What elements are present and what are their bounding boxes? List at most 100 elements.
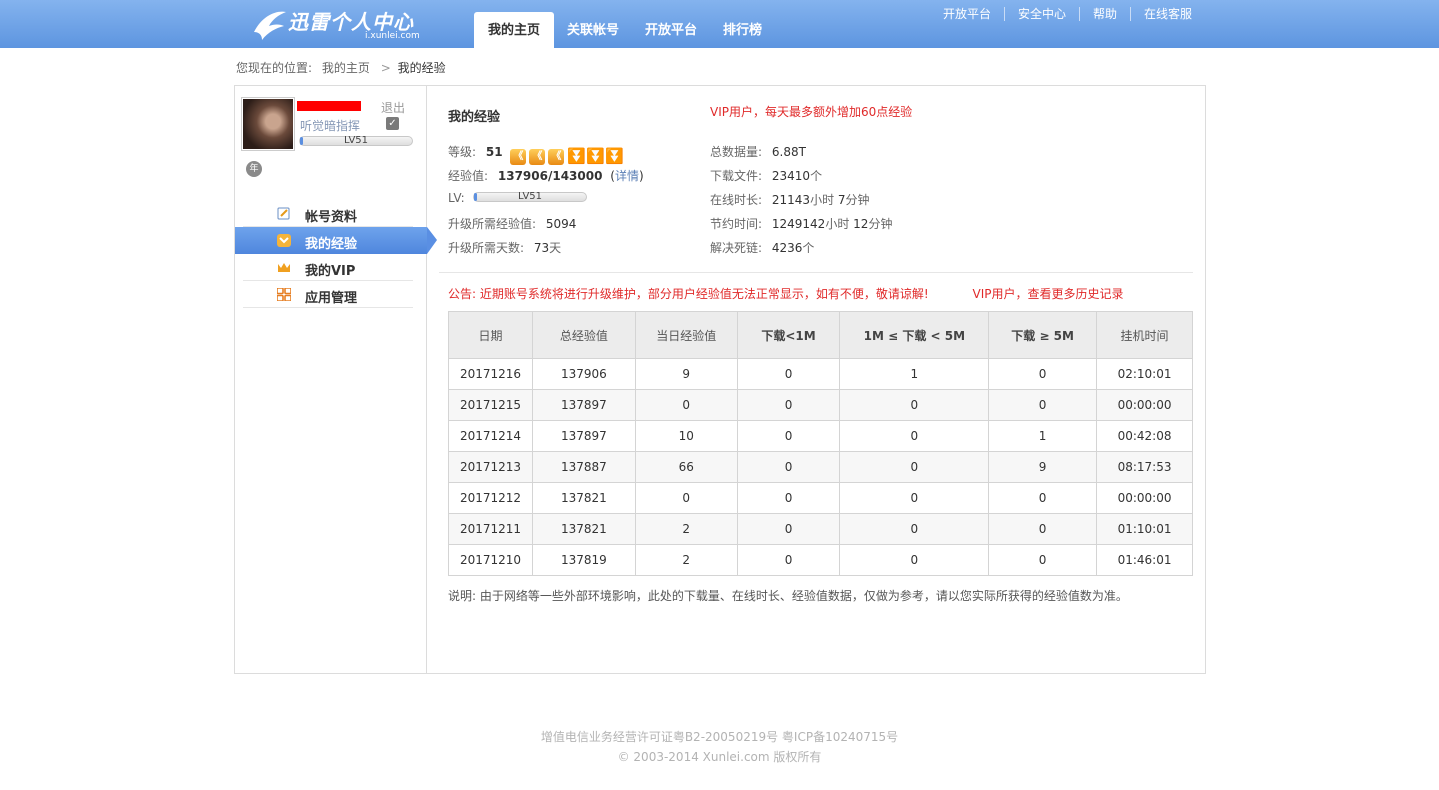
online-time-label: 在线时长: bbox=[710, 193, 763, 207]
sidebar-item-account-profile[interactable]: 帐号资料 bbox=[243, 200, 413, 227]
level-badges: 《 《 《 ⏬ ⏬ ⏬ bbox=[510, 147, 625, 165]
column-header-daily-exp: 当日经验值 bbox=[634, 311, 738, 359]
upgrade-days-row: 升级所需天数: 73天 bbox=[448, 239, 561, 256]
bird-logo-icon bbox=[254, 11, 286, 40]
top-link-online-service[interactable]: 在线客服 bbox=[1129, 7, 1205, 21]
table-cell: 0 bbox=[736, 358, 841, 390]
tab-ranking[interactable]: 排行榜 bbox=[710, 12, 775, 48]
level-progress-label: LV51 bbox=[343, 135, 369, 146]
table-cell: 0 bbox=[839, 389, 990, 421]
table-cell: 0 bbox=[839, 544, 990, 576]
table-cell: 9 bbox=[988, 451, 1098, 483]
table-body: 20171216 137906 9 0 1 0 02:10:01 20171215 137897… bbox=[448, 358, 1193, 576]
table-cell: 1 bbox=[988, 420, 1098, 452]
table-cell: 0 bbox=[634, 389, 738, 421]
sidebar-item-app-management[interactable]: 应用管理 bbox=[243, 281, 413, 308]
download-files-value: 23410 bbox=[771, 169, 811, 183]
saved-time-label: 节约时间: bbox=[710, 217, 763, 231]
breadcrumb-prefix: 您现在的位置: bbox=[236, 61, 313, 75]
table-cell: 20171211 bbox=[448, 513, 533, 545]
table-cell: 0 bbox=[839, 482, 990, 514]
chevron-badge-icon: ⏬ bbox=[605, 147, 625, 165]
chevron-badge-icon: ⏬ bbox=[567, 147, 587, 165]
table-cell: 20171213 bbox=[448, 451, 533, 483]
table-row: 20171214 137897 10 0 0 1 00:42:08 bbox=[448, 420, 1193, 452]
nickname: 听觉暗指挥 bbox=[300, 119, 361, 133]
footer-license: 增值电信业务经营许可证粤B2-20050219号 粤ICP备10240715号 bbox=[540, 730, 899, 744]
table-cell: 9 bbox=[634, 358, 738, 390]
breadcrumb-home-link[interactable]: 我的主页 bbox=[322, 61, 370, 75]
tab-open-platform[interactable]: 开放平台 bbox=[632, 12, 710, 48]
table-row: 20171216 137906 9 0 1 0 02:10:01 bbox=[448, 358, 1193, 390]
table-cell: 20171212 bbox=[448, 482, 533, 514]
footnote: 说明: 由于网络等一些外部环境影响，此处的下载量、在线时长、经验值数据，仅做为参… bbox=[448, 589, 1128, 603]
exp-paren-close: ) bbox=[638, 169, 644, 183]
top-link-help[interactable]: 帮助 bbox=[1078, 7, 1130, 21]
table-cell: 0 bbox=[839, 451, 990, 483]
breadcrumb: 您现在的位置: 我的主页 > 我的经验 bbox=[236, 59, 446, 76]
table-cell: 0 bbox=[839, 420, 990, 452]
table-cell: 137821 bbox=[531, 482, 636, 514]
avatar[interactable] bbox=[241, 97, 295, 151]
upgrade-exp-value: 5094 bbox=[545, 217, 577, 231]
xunlei-logo[interactable]: 迅雷个人中心 i.xunlei.com bbox=[252, 4, 422, 44]
logout-link[interactable]: 退出 bbox=[381, 99, 405, 116]
table-header-row: 日期 总经验值 当日经验值 下载<1M 1M ≤ 下载 < 5M 下载 ≥ 5M… bbox=[448, 311, 1193, 359]
footer: 增值电信业务经营许可证粤B2-20050219号 粤ICP备10240715号 … bbox=[0, 727, 1439, 767]
announcement-text: 公告: 近期账号系统将进行升级维护，部分用户经验值无法正常显示，如有不便，敬请谅… bbox=[448, 287, 929, 301]
breadcrumb-current: 我的经验 bbox=[397, 61, 446, 75]
table-cell: 01:10:01 bbox=[1096, 513, 1193, 545]
table-cell: 66 bbox=[634, 451, 738, 483]
column-header-download-1m-5m: 1M ≤ 下载 < 5M bbox=[839, 311, 990, 359]
year-badge-icon[interactable]: 年 bbox=[246, 161, 262, 177]
exp-detail-link[interactable]: 详情 bbox=[615, 169, 639, 183]
chevron-badge-icon: ⏬ bbox=[586, 147, 606, 165]
table-cell: 137897 bbox=[531, 389, 636, 421]
sun-badge-icon: 《 bbox=[529, 149, 546, 165]
logo-url: i.xunlei.com bbox=[365, 31, 420, 41]
table-cell: 0 bbox=[839, 513, 990, 545]
top-link-open-platform[interactable]: 开放平台 bbox=[930, 7, 1004, 21]
table-cell: 00:00:00 bbox=[1096, 482, 1193, 514]
top-link-security-center[interactable]: 安全中心 bbox=[1003, 7, 1079, 21]
table-cell: 20171214 bbox=[448, 420, 533, 452]
vip-notice: VIP用户，每天最多额外增加60点经验 bbox=[710, 105, 913, 119]
sidebar-item-label: 我的经验 bbox=[305, 237, 358, 252]
saved-time-row: 节约时间: 1249142小时 12分钟 bbox=[710, 215, 892, 232]
upgrade-days-unit: 天 bbox=[549, 241, 562, 255]
tab-linked-accounts[interactable]: 关联帐号 bbox=[554, 12, 632, 48]
exp-label: 经验值: bbox=[448, 169, 489, 183]
sidebar-item-my-experience[interactable]: 我的经验 bbox=[235, 227, 437, 254]
lv-progress-fill bbox=[474, 193, 478, 201]
online-time-hours: 21143 bbox=[771, 193, 811, 207]
edit-icon[interactable]: ✓ bbox=[386, 117, 399, 130]
vip-history-link[interactable]: VIP用户，查看更多历史记录 bbox=[973, 287, 1124, 301]
tab-my-home[interactable]: 我的主页 bbox=[474, 12, 555, 48]
page-title: 我的经验 bbox=[448, 110, 501, 125]
total-download-label: 总数据量: bbox=[710, 145, 763, 159]
column-header-total-exp: 总经验值 bbox=[531, 311, 636, 359]
table-cell: 0 bbox=[736, 389, 841, 421]
sidebar-item-label: 我的VIP bbox=[305, 264, 356, 279]
table-cell: 137821 bbox=[531, 513, 636, 545]
lv-row: LV: bbox=[448, 191, 465, 205]
table-row: 20171210 137819 2 0 0 0 01:46:01 bbox=[448, 544, 1193, 576]
online-time-row: 在线时长: 21143小时 7分钟 bbox=[710, 191, 870, 208]
sidebar-item-my-vip[interactable]: 我的VIP bbox=[243, 254, 413, 281]
table-cell: 0 bbox=[988, 389, 1098, 421]
username-redacted bbox=[297, 101, 361, 111]
table-row: 20171213 137887 66 0 0 9 08:17:53 bbox=[448, 451, 1193, 483]
table-cell: 137887 bbox=[531, 451, 636, 483]
online-time-minutes: 7 bbox=[837, 193, 846, 207]
dead-links-value: 4236 bbox=[771, 241, 803, 255]
table-cell: 137906 bbox=[531, 358, 636, 390]
announcement: 公告: 近期账号系统将进行升级维护，部分用户经验值无法正常显示，如有不便，敬请谅… bbox=[448, 285, 1124, 302]
upgrade-days-label: 升级所需天数: bbox=[448, 241, 525, 255]
level-label: 等级: bbox=[448, 145, 477, 159]
sidebar: 退出 听觉暗指挥 ✓ LV51 年 帐号资料 我的经验 我的VIP 应用管理 bbox=[235, 86, 437, 673]
apps-icon bbox=[277, 288, 291, 301]
experience-icon bbox=[277, 234, 291, 247]
table-cell: 137819 bbox=[531, 544, 636, 576]
table-cell: 20171210 bbox=[448, 544, 533, 576]
column-header-idle-time: 挂机时间 bbox=[1096, 311, 1193, 359]
